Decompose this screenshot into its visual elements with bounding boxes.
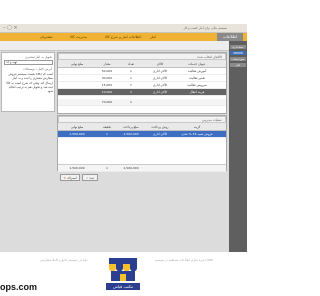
caption-right: ذخیره سازی اطلاعات مستقیم در سیستم ERP: [155, 258, 213, 262]
save-button[interactable]: ✓ ثبت: [82, 174, 98, 181]
payments-grid-header: گزینه روش پرداخت مبلغ پرداخت تخفیف مبلغ …: [58, 123, 226, 131]
total-paid: 1,500,000: [123, 166, 139, 170]
cell-type: کالای اداری: [152, 69, 168, 73]
table-row-selected[interactable]: فروش نسیه 33 % نقدی کالای اداری 1,500,00…: [58, 131, 226, 138]
cell-amount: 10,000: [101, 90, 113, 94]
ribbon-active-tab[interactable]: اطلاعات: [216, 33, 243, 41]
save-label: ثبت: [89, 176, 95, 180]
column-header[interactable]: مقدار: [96, 62, 118, 66]
sidebar-item-order[interactable]: ORDER: [230, 51, 246, 55]
table-row[interactable]: آموزش فعالیت کالای اداری 1 50,000: [58, 68, 226, 75]
website-url: ops.com: [0, 282, 38, 292]
cell-name: تعمیر فعالیت: [188, 76, 206, 80]
caption-left: طراحی سیستم جامع و کاملا سفارشی: [40, 258, 88, 262]
cell-amount: 30,000: [101, 76, 113, 80]
table-row-selected[interactable]: هزینه انتقال کالای اداری 1 10,000: [58, 89, 226, 96]
cell-method: کالای اداری: [152, 132, 168, 136]
cell-item: فروش نسیه 33 % نقدی: [181, 132, 213, 136]
cell-qty: 1: [130, 83, 132, 87]
logo-text: مکتب قیاس: [106, 283, 140, 290]
cell-amount: 70,000: [101, 100, 113, 104]
column-header[interactable]: عنوان خدمات: [178, 62, 216, 66]
cell-amount: 50,000: [101, 69, 113, 73]
column-header[interactable]: روش پرداخت: [144, 125, 176, 129]
title-bar: سیستم مالی برای انبار کسب و کار – ▢ ×: [0, 24, 247, 33]
ribbon-item[interactable]: مدیریت کالا: [70, 33, 87, 41]
cancel-label: انصراف: [66, 176, 77, 180]
notes-label: آدرس کامل / توضیحات: [23, 67, 52, 71]
cell-qty: 1: [130, 69, 132, 73]
cell-qty: 1: [130, 90, 132, 94]
cell-name: آموزش فعالیت: [187, 69, 207, 73]
cell-type: کالای اداری: [152, 83, 168, 87]
customer-field[interactable]: تهیه و کد: [4, 60, 53, 65]
close-icon: ✕: [63, 176, 66, 180]
table-row[interactable]: سرویس فعالیت کالای اداری 1 15,000: [58, 82, 226, 89]
toolbar: [0, 41, 229, 51]
column-header[interactable]: مبلغ نهایی: [60, 125, 94, 129]
brand-logo: مکتب قیاس: [106, 256, 140, 292]
customer-label: تحویل به انبار/مشتری: [25, 55, 52, 59]
shop-awning-icon: [109, 258, 137, 281]
promo-footer: ذخیره سازی اطلاعات مستقیم در سیستم ERP ط…: [0, 252, 247, 296]
column-header[interactable]: مبلغ نهایی: [60, 62, 94, 66]
ribbon-item[interactable]: مشتریان: [40, 33, 53, 41]
total-discount: 1: [106, 166, 108, 170]
cell-name: هزینه انتقال: [189, 90, 205, 94]
sidebar-item-accounting[interactable]: حسابداری: [230, 45, 246, 49]
ribbon-item[interactable]: انبار: [150, 33, 156, 41]
products-section-title: کالاهای انتخاب شده: [58, 53, 226, 60]
products-grid: کالاهای انتخاب شده عنوان خدمات کالای تعد…: [57, 52, 227, 114]
cell-type: کالای اداری: [152, 90, 168, 94]
column-header[interactable]: گزینه: [178, 125, 216, 129]
cell-paid: 1,500,000: [123, 132, 139, 136]
application-window: سیستم مالی برای انبار کسب و کار – ▢ × ان…: [0, 24, 247, 252]
window-title: سیستم مالی برای انبار کسب و کار: [183, 26, 227, 30]
products-total-row: 70,000 1: [58, 99, 226, 106]
ribbon-item[interactable]: اطلاعات انبار و شرح کالا: [105, 33, 141, 41]
cell-discount: 1: [106, 132, 108, 136]
cell-type: کالای اداری: [152, 76, 168, 80]
total-final: 1,500,000: [69, 166, 85, 170]
sidebar: حسابداری ORDER صورتحساب انبار: [229, 41, 247, 252]
column-header[interactable]: مبلغ پرداخت: [120, 125, 142, 129]
cell-qty: 1: [130, 76, 132, 80]
column-header[interactable]: تخفیف: [96, 125, 118, 129]
window-controls-icon[interactable]: – ▢ ×: [3, 25, 18, 31]
table-row[interactable]: تعمیر فعالیت کالای اداری 1 30,000: [58, 75, 226, 82]
products-grid-header: عنوان خدمات کالای تعداد مقدار مبلغ نهایی: [58, 60, 226, 68]
payments-total-row: 1,500,000 1 1,500,000: [58, 164, 226, 172]
ribbon-bar: انبار اطلاعات انبار و شرح کالا مدیریت کا…: [0, 33, 247, 41]
order-description[interactable]: هست سیستم فروش CPU است که سفارش مشتری را…: [4, 72, 53, 100]
payments-grid: عملیات مدیریتی گزینه روش پرداخت مبلغ پرد…: [57, 115, 227, 172]
order-info-panel: تحویل به انبار/مشتری تهیه و کد آدرس کامل…: [1, 52, 55, 112]
cell-name: سرویس فعالیت: [187, 83, 207, 87]
cell-amount: 15,000: [101, 83, 113, 87]
sidebar-item-invoice[interactable]: صورتحساب: [230, 57, 246, 61]
cancel-button[interactable]: ✕ انصراف: [60, 174, 80, 181]
cell-total: 1: [130, 100, 132, 104]
column-header[interactable]: تعداد: [120, 62, 142, 66]
payments-section-title: عملیات مدیریتی: [58, 116, 226, 123]
sidebar-item-warehouse[interactable]: انبار: [230, 63, 246, 67]
cell-final: 1,500,000: [69, 132, 85, 136]
column-header[interactable]: کالای: [144, 62, 176, 66]
